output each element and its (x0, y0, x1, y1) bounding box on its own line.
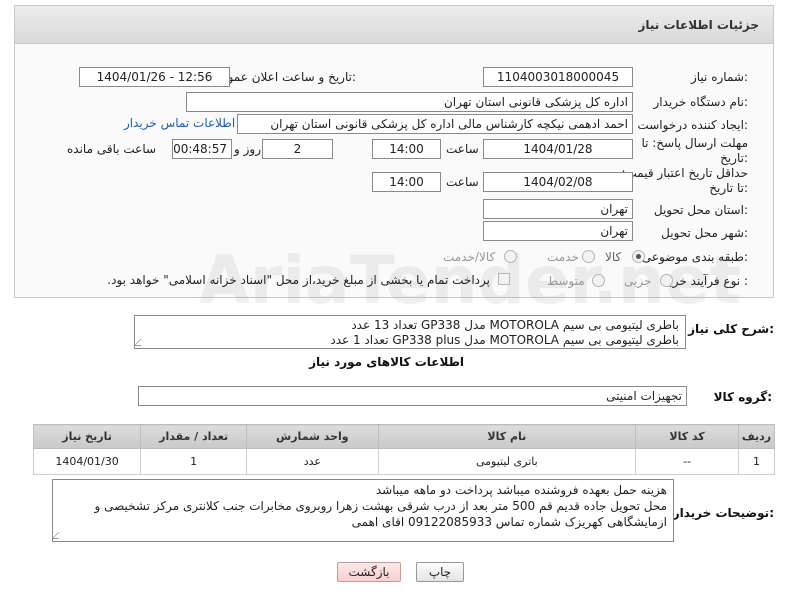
process-label: نوع فرآیند خرید : (663, 274, 748, 288)
category-option-service: خدمت (547, 250, 579, 264)
col-row: ردیف (737, 424, 776, 449)
deadline-label: مهلت ارسال پاسخ: تا تاریخ: (641, 136, 748, 165)
buyer-org-label: نام دستگاه خریدار: (653, 95, 749, 109)
validity-time-label: ساعت (446, 175, 479, 189)
description-line-2: باطری لیتیومی بی سیم MOTOROLA مدل GP338 … (330, 333, 679, 347)
province-field: تهران (483, 199, 633, 219)
col-quantity: تعداد / مقدار (140, 424, 248, 449)
goods-section-title: اطلاعات کالاهای مورد نیاز (309, 355, 464, 369)
process-option-medium: متوسط (547, 274, 585, 288)
process-radio-minor[interactable] (660, 274, 673, 287)
category-radio-service[interactable] (582, 250, 595, 263)
buyer-contact-link[interactable]: اطلاعات تماس خریدار (124, 116, 235, 130)
category-option-goods-service: کالا/خدمت (443, 250, 496, 264)
category-radio-goods[interactable] (632, 250, 645, 263)
cell-quantity: 1 (140, 448, 248, 475)
creator-field: احمد ادهمی نیکچه کارشناس مالی اداره کل پ… (237, 114, 633, 134)
items-table: ردیف کد کالا نام کالا واحد شمارش تعداد /… (32, 424, 776, 475)
back-button[interactable]: بازگشت (337, 562, 401, 582)
category-label: طبقه بندی موضوعی: (641, 250, 748, 264)
buyer-notes-label: توضیحات خریدار: (672, 506, 774, 520)
cell-row: 1 (737, 448, 776, 475)
validity-label: حداقل تاریخ اعتبار قیمت: تا تاریخ: (621, 166, 748, 195)
city-label: شهر محل تحویل: (661, 226, 748, 240)
description-label: شرح کلی نیاز: (688, 322, 774, 336)
treasury-payment-note: پرداخت تمام یا بخشی از مبلغ خرید،از محل … (107, 273, 490, 287)
buyer-notes-line-1: هزینه حمل بعهده فروشنده میباشد پرداخت دو… (375, 483, 667, 497)
creator-label: ایجاد کننده درخواست: (637, 118, 748, 132)
description-textarea[interactable]: باطری لیتیومی بی سیم MOTOROLA مدل GP338 … (134, 315, 686, 349)
validity-date-field: 1404/02/08 (483, 172, 633, 192)
goods-group-label: گروه کالا: (713, 390, 772, 404)
remaining-time-field: 00:48:57 (172, 139, 232, 159)
col-date: تاریخ نیاز (32, 424, 142, 449)
need-number-label: شماره نیاز: (690, 70, 748, 84)
buyer-notes-textarea[interactable]: هزینه حمل بعهده فروشنده میباشد پرداخت دو… (52, 479, 674, 542)
category-radio-goods-service[interactable] (504, 250, 517, 263)
table-row[interactable]: 1 -- باتری لیتیومی عدد 1 1404/01/30 (32, 448, 776, 475)
city-field: تهران (483, 221, 633, 241)
panel-title: جزئیات اطلاعات نیاز (638, 18, 759, 32)
panel-header: جزئیات اطلاعات نیاز (15, 6, 773, 44)
description-line-1: باطری لیتیومی بی سیم MOTOROLA مدل GP338 … (351, 318, 679, 332)
cell-unit: عدد (246, 448, 379, 475)
category-option-goods: کالا (605, 250, 622, 264)
remaining-time-label: ساعت باقی مانده (67, 142, 157, 156)
buyer-notes-line-3: ازمایشگاهی کهریزک شماره تماس 09122085933… (351, 515, 667, 529)
buyer-org-field: اداره کل پزشکی قانونی استان تهران (186, 92, 633, 112)
goods-group-field: تجهیزات امنیتی (138, 386, 687, 406)
province-label: استان محل تحویل: (653, 203, 748, 217)
col-unit: واحد شمارش (246, 424, 379, 449)
cell-code: -- (635, 448, 739, 475)
resize-handle[interactable] (53, 532, 66, 539)
treasury-payment-checkbox[interactable] (498, 273, 510, 285)
cell-date: 1404/01/30 (32, 448, 142, 475)
deadline-time-label: ساعت (446, 142, 479, 156)
announce-field: 1404/01/26 - 12:56 (79, 67, 230, 87)
need-number-field: 1104003018000045 (483, 67, 633, 87)
process-radio-medium[interactable] (592, 274, 605, 287)
col-name: نام کالا (377, 424, 637, 449)
table-header-row: ردیف کد کالا نام کالا واحد شمارش تعداد /… (32, 424, 776, 449)
validity-time-field: 14:00 (372, 172, 441, 192)
days-label: روز و (234, 142, 261, 156)
cell-name: باتری لیتیومی (377, 448, 637, 475)
process-option-minor: جزیی (624, 274, 652, 288)
deadline-date-field: 1404/01/28 (483, 139, 633, 159)
deadline-time-field: 14:00 (372, 139, 441, 159)
print-button[interactable]: چاپ (416, 562, 464, 582)
days-field: 2 (262, 139, 333, 159)
buyer-notes-line-2: محل تحویل جاده قدیم قم 500 متر بعد از در… (94, 499, 668, 513)
announce-label: تاریخ و ساعت اعلان عمومی: (211, 70, 356, 84)
col-code: کد کالا (635, 424, 739, 449)
